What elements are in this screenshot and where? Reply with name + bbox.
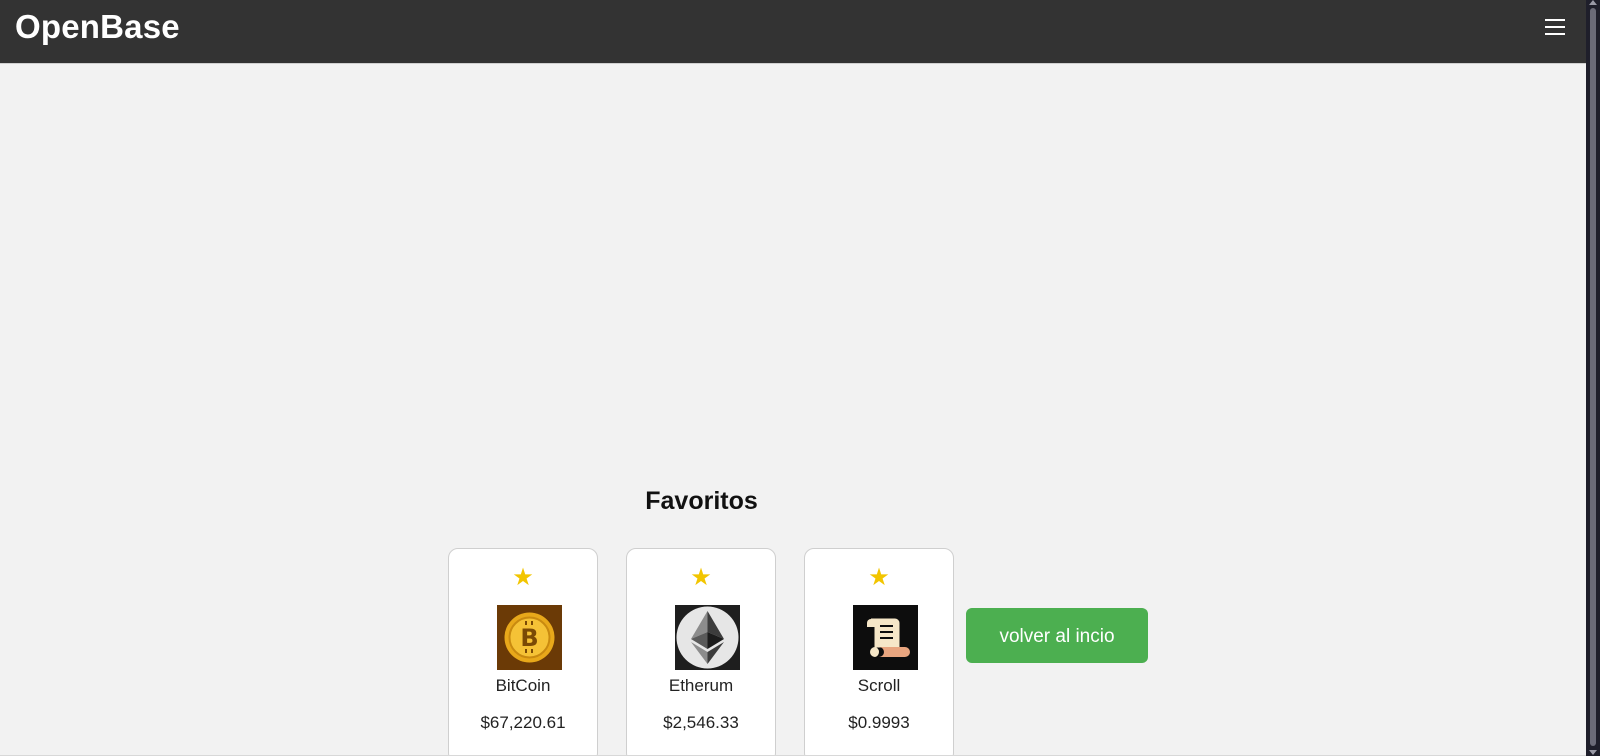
favorite-card-scroll[interactable]: ★ Scroll $0.9993 [804,548,954,756]
scrollbar-thumb[interactable] [1590,8,1596,746]
favorite-star-icon[interactable]: ★ [449,565,597,591]
top-navbar: OpenBase [0,0,1586,64]
coin-name: Scroll [857,676,901,695]
coin-price: $0.9993 [848,713,910,732]
hamburger-menu-button[interactable] [1538,10,1572,44]
favorites-title: Favoritos [645,487,758,515]
scroll-up-arrow-icon[interactable] [1589,0,1597,5]
coin-name: Etherum [668,676,734,695]
vertical-scrollbar[interactable] [1586,0,1600,756]
hamburger-menu-icon [1545,19,1565,35]
brand-logo-text[interactable]: OpenBase [15,7,180,47]
page: OpenBase Favoritos ★ B BitCoin $67,220.6… [0,0,1586,756]
favorite-star-icon[interactable]: ★ [805,565,953,591]
coin-price: $67,220.61 [480,713,566,732]
back-to-home-button[interactable]: volver al incio [966,608,1148,663]
coin-name: BitCoin [495,676,551,695]
favorite-card-ethereum[interactable]: ★ Etherum $2,546.33 [626,548,776,756]
ethereum-logo-icon [675,605,740,670]
scroll-down-arrow-icon[interactable] [1589,750,1597,755]
favorite-card-bitcoin[interactable]: ★ B BitCoin $67,220.61 [448,548,598,756]
scroll-logo-icon [853,605,918,670]
bitcoin-logo-icon: B [497,605,562,670]
svg-text:B: B [520,624,538,652]
favorite-star-icon[interactable]: ★ [627,565,775,591]
coin-price: $2,546.33 [663,713,739,732]
